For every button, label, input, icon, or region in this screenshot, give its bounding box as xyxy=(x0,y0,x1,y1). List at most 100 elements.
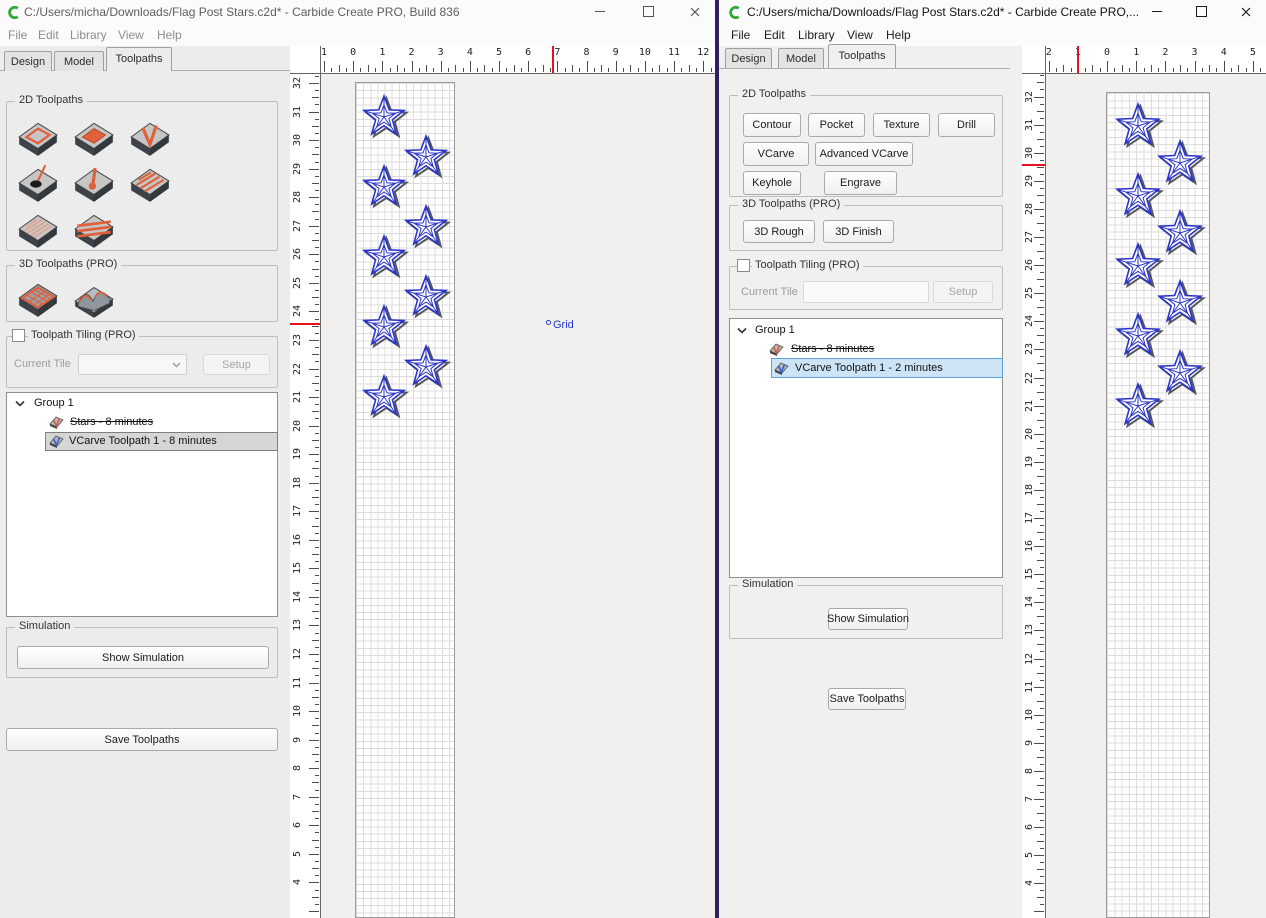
current-tile-label: Current Tile xyxy=(14,358,71,370)
drill-toolpath-button[interactable] xyxy=(16,163,60,203)
minimize-icon xyxy=(595,11,605,12)
vcarve-button[interactable]: VCarve xyxy=(743,142,809,166)
minimize-button[interactable] xyxy=(1140,0,1174,23)
group-3d-label: 3D Toolpaths (PRO) xyxy=(15,258,121,270)
tab-design[interactable]: Design xyxy=(725,48,772,68)
tree-item-stars[interactable]: Stars - 8 minutes xyxy=(791,343,874,355)
tree-group-1[interactable]: Group 1 xyxy=(755,324,795,336)
save-toolpaths-button[interactable]: Save Toolpaths xyxy=(828,688,906,710)
pocket-icon xyxy=(72,117,116,157)
menubar: File Edit Library View Help xyxy=(719,24,1266,46)
chevron-down-icon xyxy=(172,362,181,368)
tab-toolpaths[interactable]: Toolpaths xyxy=(828,44,896,68)
carbide-create-logo-icon xyxy=(6,5,21,20)
toolpath-tiling-checkbox[interactable] xyxy=(737,259,750,272)
tab-model[interactable]: Model xyxy=(778,48,824,68)
toolpath-tiling-label: Toolpath Tiling (PRO) xyxy=(28,329,139,341)
close-button[interactable] xyxy=(1229,0,1263,23)
contour-toolpath-button[interactable] xyxy=(16,117,60,157)
menu-view[interactable]: View xyxy=(118,28,144,42)
texture-toolpath-button[interactable] xyxy=(16,209,60,249)
close-button[interactable] xyxy=(678,0,712,23)
drill-icon xyxy=(16,163,60,203)
current-tile-dropdown[interactable] xyxy=(78,354,187,375)
3d-finish-button[interactable]: 3D Finish xyxy=(823,220,894,243)
menu-file[interactable]: File xyxy=(731,28,750,42)
maximize-icon xyxy=(643,6,654,17)
toolpath-tree: Group 1 Stars - 8 minutes VCarve Toolpat… xyxy=(729,318,1003,578)
titlebar[interactable]: C:/Users/micha/Downloads/Flag Post Stars… xyxy=(0,0,715,24)
menu-library[interactable]: Library xyxy=(798,28,835,42)
advanced-vcarve-toolpath-button[interactable] xyxy=(72,209,116,249)
3d-rough-icon xyxy=(16,278,60,318)
menu-file[interactable]: File xyxy=(8,28,27,42)
carbide-create-logo-icon xyxy=(727,5,742,20)
engrave-button[interactable]: Engrave xyxy=(824,171,897,195)
tab-toolpaths[interactable]: Toolpaths xyxy=(106,47,172,71)
chevron-down-icon[interactable] xyxy=(737,327,747,334)
maximize-button[interactable] xyxy=(1184,0,1218,23)
pocket-toolpath-button[interactable] xyxy=(72,117,116,157)
contour-button[interactable]: Contour xyxy=(743,113,801,137)
menu-edit[interactable]: Edit xyxy=(764,28,785,42)
group-2d-label: 2D Toolpaths xyxy=(738,88,810,100)
tree-group-1[interactable]: Group 1 xyxy=(34,397,74,409)
toolpath-icon xyxy=(774,361,789,375)
group-simulation: Simulation Show Simulation xyxy=(6,627,278,678)
group-2d-toolpaths: 2D Toolpaths xyxy=(6,101,278,251)
vcarve-toolpath-button[interactable] xyxy=(128,117,172,157)
tab-model[interactable]: Model xyxy=(54,51,104,71)
keyhole-icon xyxy=(72,163,116,203)
group-2d-label: 2D Toolpaths xyxy=(15,94,87,106)
minimize-button[interactable] xyxy=(583,0,617,23)
show-simulation-button[interactable]: Show Simulation xyxy=(17,646,269,669)
toolpath-tiling-checkbox[interactable] xyxy=(12,329,25,342)
group-3d-label: 3D Toolpaths (PRO) xyxy=(738,198,844,210)
menu-view[interactable]: View xyxy=(847,28,873,42)
keyhole-toolpath-button[interactable] xyxy=(72,163,116,203)
chevron-down-icon[interactable] xyxy=(15,400,25,407)
minimize-icon xyxy=(1152,11,1162,12)
current-tile-label: Current Tile xyxy=(741,286,798,298)
simulation-label: Simulation xyxy=(15,620,74,632)
menu-library[interactable]: Library xyxy=(70,28,107,42)
toolpath-icon xyxy=(49,415,64,429)
maximize-icon xyxy=(1196,6,1207,17)
tree-item-vcarve[interactable]: VCarve Toolpath 1 - 8 minutes xyxy=(69,435,217,447)
simulation-label: Simulation xyxy=(738,578,797,590)
group-3d-toolpaths: 3D Toolpaths (PRO) 3D Rough 3D Finish xyxy=(729,205,1003,251)
vcarve-icon xyxy=(128,117,172,157)
contour-icon xyxy=(16,117,60,157)
setup-button[interactable]: Setup xyxy=(933,281,993,303)
show-simulation-button[interactable]: Show Simulation xyxy=(828,608,908,630)
menu-edit[interactable]: Edit xyxy=(38,28,59,42)
3d-finish-icon xyxy=(72,278,116,318)
3d-rough-toolpath-button[interactable] xyxy=(16,278,60,318)
current-tile-field[interactable] xyxy=(803,281,929,303)
group-2d-toolpaths: 2D Toolpaths Contour Pocket Texture Dril… xyxy=(729,95,1003,197)
keyhole-button[interactable]: Keyhole xyxy=(743,171,801,195)
3d-finish-toolpath-button[interactable] xyxy=(72,278,116,318)
advanced-vcarve-button[interactable]: Advanced VCarve xyxy=(815,142,913,166)
maximize-button[interactable] xyxy=(631,0,665,23)
toolpath-tiling-label: Toolpath Tiling (PRO) xyxy=(752,259,863,271)
engrave-toolpath-button[interactable] xyxy=(128,163,172,203)
window-title: C:/Users/micha/Downloads/Flag Post Stars… xyxy=(747,5,1139,19)
setup-button[interactable]: Setup xyxy=(203,354,270,375)
save-toolpaths-button[interactable]: Save Toolpaths xyxy=(6,728,278,751)
pocket-button[interactable]: Pocket xyxy=(808,113,865,137)
menu-help[interactable]: Help xyxy=(886,28,911,42)
titlebar[interactable]: C:/Users/micha/Downloads/Flag Post Stars… xyxy=(719,0,1266,24)
drill-button[interactable]: Drill xyxy=(938,113,995,137)
tab-design[interactable]: Design xyxy=(4,51,52,71)
3d-rough-button[interactable]: 3D Rough xyxy=(743,220,815,243)
toolpath-icon xyxy=(769,342,784,356)
close-icon xyxy=(690,7,700,17)
tree-item-stars[interactable]: Stars - 8 minutes xyxy=(70,416,153,428)
window-left: C:/Users/micha/Downloads/Flag Post Stars… xyxy=(0,0,715,918)
tree-item-vcarve[interactable]: VCarve Toolpath 1 - 2 minutes xyxy=(795,362,943,374)
group-simulation: Simulation Show Simulation xyxy=(729,585,1003,639)
texture-button[interactable]: Texture xyxy=(873,113,930,137)
group-3d-toolpaths: 3D Toolpaths (PRO) xyxy=(6,265,278,322)
menu-help[interactable]: Help xyxy=(157,28,182,42)
